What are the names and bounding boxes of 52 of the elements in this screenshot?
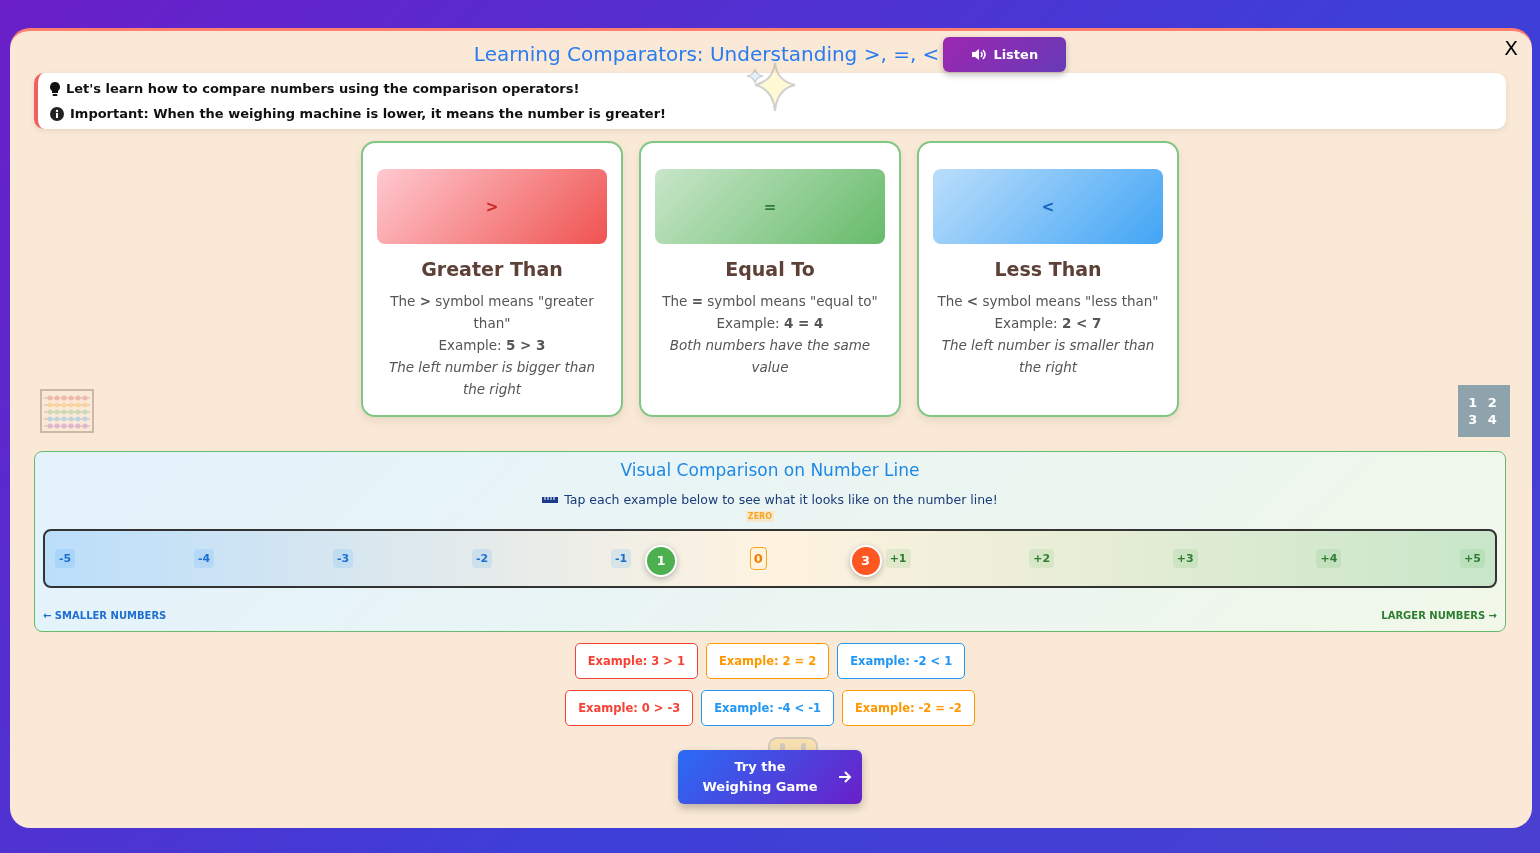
example-button[interactable]: Example: 2 = 2: [706, 643, 830, 679]
card-note: The left number is smaller than the right: [940, 336, 1156, 377]
card-example: Example: 2 < 7: [994, 314, 1102, 333]
tick-label: -5: [55, 549, 76, 568]
operator-symbol: <: [1041, 197, 1055, 216]
card-description: The < symbol means "less than": [937, 292, 1159, 311]
card-note: Both numbers have the same value: [668, 336, 872, 377]
operator-symbol: >: [485, 197, 499, 216]
card-example: Example: 4 = 4: [716, 314, 824, 333]
example-button[interactable]: Example: 3 > 1: [574, 643, 698, 679]
smaller-caption: ← SMALLER NUMBERS: [43, 610, 167, 621]
lightbulb-icon: [50, 81, 60, 96]
card-title: Less Than: [994, 258, 1102, 280]
abacus-icon: [40, 389, 94, 433]
card-note: The left number is bigger than the right: [387, 358, 597, 399]
ruler-icon: [542, 496, 559, 503]
example-button[interactable]: Example: -2 = -2: [842, 690, 975, 726]
tick-label: +3: [1172, 549, 1198, 568]
section-title: Visual Comparison on Number Line: [620, 460, 920, 480]
arrow-icon: [838, 771, 852, 783]
card-title: Equal To: [725, 258, 815, 280]
tick-label: 0: [749, 547, 767, 570]
number-marker: 3: [849, 544, 882, 577]
tick-label: -3: [332, 549, 354, 568]
hint-text: Tap each example below to see what it looks like on the number line!: [564, 492, 998, 507]
card-description: The > symbol means "greater than": [389, 292, 595, 333]
tick-label: +2: [1029, 549, 1055, 568]
listen-button[interactable]: Listen: [943, 36, 1067, 72]
tick-label: +5: [1460, 549, 1485, 568]
info-text: Let's learn how to compare numbers using the comparison operators!: [66, 81, 580, 96]
info-icon: [50, 106, 64, 121]
card-example: Example: 5 > 3: [438, 336, 546, 355]
tick-label: +4: [1316, 549, 1342, 568]
card-description: The = symbol means "equal to": [662, 292, 878, 311]
page-title: Learning Comparators: Understanding >, =, <: [473, 42, 940, 66]
close-button[interactable]: X: [1498, 35, 1524, 61]
example-button[interactable]: Example: 0 > -3: [565, 690, 694, 726]
larger-caption: LARGER NUMBERS →: [1381, 610, 1497, 621]
tick-label: -2: [471, 549, 493, 568]
number-tile: 1 2 3 4: [1458, 385, 1510, 437]
info-text: Important: When the weighing machine is lower, it means the number is greater!: [70, 106, 666, 121]
tick-label: -1: [610, 549, 632, 568]
operator-symbol: =: [763, 197, 777, 216]
speaker-icon: [971, 47, 988, 61]
zero-label: ZERO: [745, 511, 775, 522]
number-marker: 1: [645, 544, 678, 577]
card-title: Greater Than: [421, 258, 563, 280]
game-button[interactable]: Try the Weighing Game: [678, 750, 862, 804]
example-button[interactable]: Example: -2 < 1: [837, 643, 966, 679]
tick-label: -4: [193, 549, 215, 568]
example-button[interactable]: Example: -4 < -1: [701, 690, 834, 726]
tick-label: +1: [885, 549, 911, 568]
